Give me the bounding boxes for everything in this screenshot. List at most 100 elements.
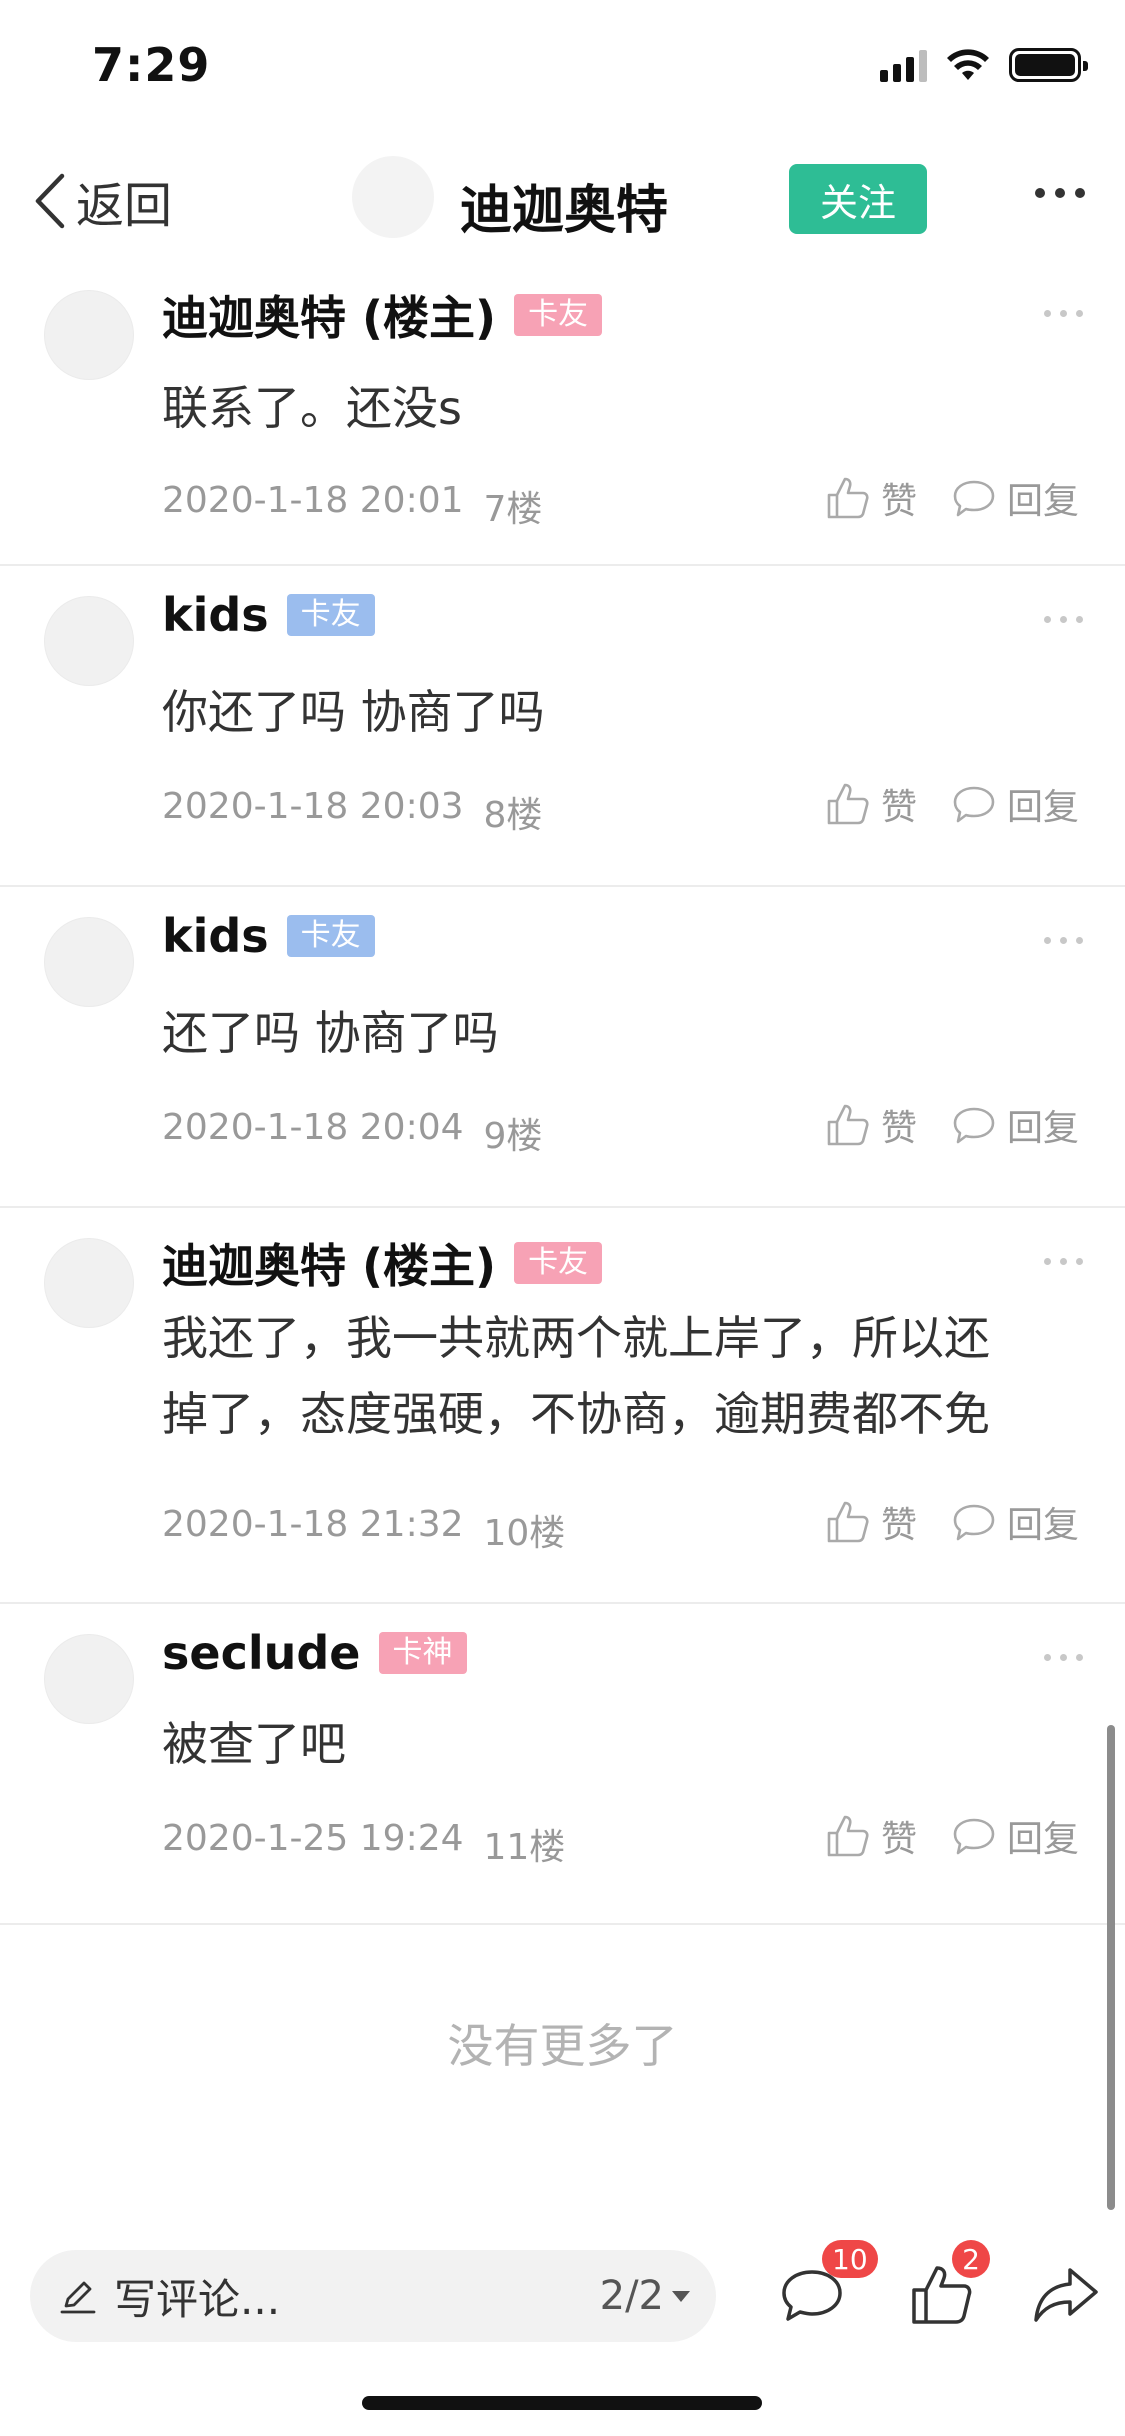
reply-label: 回复 xyxy=(1006,481,1079,522)
like-label: 赞 xyxy=(880,1505,917,1546)
nav-avatar[interactable] xyxy=(352,156,434,238)
user-badge: 卡神 xyxy=(378,1632,467,1674)
like-count-badge: 2 xyxy=(952,2240,990,2278)
avatar[interactable] xyxy=(44,1634,134,1724)
comment-floor: 7楼 xyxy=(483,489,543,530)
chevron-left-icon xyxy=(35,173,65,229)
speech-bubble-icon xyxy=(953,480,995,517)
reply-button[interactable]: 回复 xyxy=(951,1496,1079,1548)
comment-date: 2020-1-18 21:32 xyxy=(162,1504,464,1545)
comment-floor: 8楼 xyxy=(483,795,543,836)
comment-text: 还了吗 协商了吗 xyxy=(162,1006,499,1060)
comment-date: 2020-1-18 20:01 xyxy=(162,480,464,521)
share-icon[interactable] xyxy=(1030,2258,1102,2330)
comment-floor: 10楼 xyxy=(483,1513,566,1554)
like-button[interactable]: 赞 xyxy=(825,1496,917,1548)
user-badge: 卡友 xyxy=(514,294,603,336)
comment-meta: 2020-1-25 19:24 11楼 xyxy=(162,1818,565,1870)
avatar[interactable] xyxy=(44,1238,134,1328)
thumbs-up-icon xyxy=(827,1815,869,1857)
comment-meta: 2020-1-18 20:04 9楼 xyxy=(162,1107,542,1159)
user-badge: 卡友 xyxy=(286,594,375,636)
comment-text-line: 掉了，态度强硬，不协商，逾期费都不免 xyxy=(162,1387,990,1441)
pen-icon xyxy=(60,2281,96,2314)
reply-button[interactable]: 回复 xyxy=(951,1810,1079,1862)
nav-bar: 返回 迪迦奥特 关注 xyxy=(0,140,1125,260)
comment-text: 我还了，我一共就两个就上岸了，所以还 掉了，态度强硬，不协商，逾期费都不免 xyxy=(162,1300,1062,1452)
status-icons xyxy=(880,48,1088,82)
bottom-bar: 写评论... 2/2 10 2 xyxy=(0,2240,1125,2360)
comment-text: 你还了吗 协商了吗 xyxy=(162,685,545,739)
avatar[interactable] xyxy=(44,596,134,686)
speech-bubble-icon xyxy=(953,1107,995,1144)
comment-input[interactable]: 写评论... 2/2 xyxy=(30,2250,716,2342)
comment-count-badge: 10 xyxy=(822,2240,878,2278)
home-indicator[interactable] xyxy=(362,2396,762,2410)
thumbs-up-icon xyxy=(827,1104,869,1146)
reply-button[interactable]: 回复 xyxy=(951,778,1079,830)
comment-meta: 2020-1-18 20:03 8楼 xyxy=(162,786,542,838)
thumbs-up-icon xyxy=(827,477,869,519)
speech-bubble-icon xyxy=(953,1818,995,1855)
commenter-name[interactable]: kids xyxy=(162,909,269,963)
comment-list: 迪迦奥特 (楼主) 卡友 联系了。还没s 2020-1-18 20:01 7楼 … xyxy=(0,260,1125,1925)
like-button[interactable]: 赞 xyxy=(825,1810,917,1862)
comment-floor: 9楼 xyxy=(483,1116,543,1157)
commenter-name[interactable]: 迪迦奥特 (楼主) xyxy=(162,282,496,348)
more-icon[interactable] xyxy=(1044,937,1083,944)
reply-label: 回复 xyxy=(1006,787,1079,828)
back-button[interactable]: 返回 xyxy=(32,166,172,236)
reply-label: 回复 xyxy=(1006,1505,1079,1546)
comment-floor: 11楼 xyxy=(483,1827,566,1868)
user-badge: 卡友 xyxy=(286,915,375,957)
caret-down-icon[interactable] xyxy=(670,2285,692,2307)
more-icon[interactable] xyxy=(1044,1258,1083,1265)
comment-meta: 2020-1-18 20:01 7楼 xyxy=(162,480,542,532)
comment-date: 2020-1-18 20:03 xyxy=(162,786,464,827)
avatar[interactable] xyxy=(44,290,134,380)
comment-item: kids 卡友 你还了吗 协商了吗 2020-1-18 20:03 8楼 赞 回… xyxy=(0,566,1125,887)
like-button[interactable]: 赞 xyxy=(825,778,917,830)
status-bar: 7:29 xyxy=(0,0,1125,135)
battery-icon xyxy=(1009,48,1088,82)
comment-item: seclude 卡神 被查了吧 2020-1-25 19:24 11楼 赞 回复 xyxy=(0,1604,1125,1925)
like-label: 赞 xyxy=(880,481,917,522)
comment-item: kids 卡友 还了吗 协商了吗 2020-1-18 20:04 9楼 赞 回复 xyxy=(0,887,1125,1208)
commenter-name[interactable]: 迪迦奥特 (楼主) xyxy=(162,1230,496,1296)
thumbs-up-icon xyxy=(827,1501,869,1543)
more-icon[interactable] xyxy=(1044,616,1083,623)
back-label: 返回 xyxy=(76,178,173,234)
follow-button[interactable]: 关注 xyxy=(789,164,927,234)
like-button[interactable]: 赞 xyxy=(825,472,917,524)
comment-date: 2020-1-25 19:24 xyxy=(162,1818,464,1859)
page-indicator[interactable]: 2/2 xyxy=(600,2273,664,2319)
like-label: 赞 xyxy=(880,787,917,828)
like-label: 赞 xyxy=(880,1108,917,1149)
scrollbar[interactable] xyxy=(1107,1725,1115,2210)
comment-text: 被查了吧 xyxy=(162,1717,346,1771)
commenter-name[interactable]: kids xyxy=(162,588,269,642)
comment-item: 迪迦奥特 (楼主) 卡友 我还了，我一共就两个就上岸了，所以还 掉了，态度强硬，… xyxy=(0,1208,1125,1604)
speech-bubble-icon xyxy=(953,786,995,823)
comment-text: 联系了。还没s xyxy=(162,381,462,435)
thumbs-up-icon xyxy=(827,783,869,825)
page-title: 迪迦奥特 xyxy=(460,181,669,241)
reply-label: 回复 xyxy=(1006,1819,1079,1860)
like-label: 赞 xyxy=(880,1819,917,1860)
commenter-name[interactable]: seclude xyxy=(162,1626,361,1680)
comment-placeholder: 写评论... xyxy=(114,2274,281,2324)
more-icon[interactable] xyxy=(1044,1654,1083,1661)
signal-icon xyxy=(880,48,927,82)
status-time: 7:29 xyxy=(92,38,211,92)
more-icon[interactable] xyxy=(1044,310,1083,317)
comment-text-line: 我还了，我一共就两个就上岸了，所以还 xyxy=(162,1311,990,1365)
speech-bubble-icon xyxy=(953,1504,995,1541)
more-icon[interactable] xyxy=(1035,188,1085,198)
like-button[interactable]: 赞 xyxy=(825,1099,917,1151)
reply-button[interactable]: 回复 xyxy=(951,472,1079,524)
comment-item: 迪迦奥特 (楼主) 卡友 联系了。还没s 2020-1-18 20:01 7楼 … xyxy=(0,260,1125,566)
avatar[interactable] xyxy=(44,917,134,1007)
reply-button[interactable]: 回复 xyxy=(951,1099,1079,1151)
comment-meta: 2020-1-18 21:32 10楼 xyxy=(162,1504,565,1556)
wifi-icon xyxy=(947,49,989,80)
